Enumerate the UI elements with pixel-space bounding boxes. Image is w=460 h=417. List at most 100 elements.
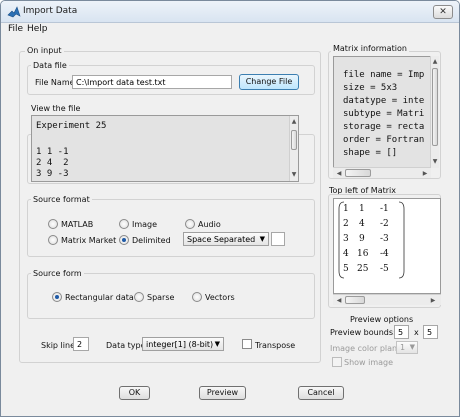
show-image-checkbox[interactable] [332, 357, 342, 367]
data-file-label: Data file [31, 61, 69, 70]
matrix-cell: 2 [343, 219, 349, 229]
scroll-up-icon[interactable]: ▲ [431, 57, 439, 66]
menu-bar: File Help [1, 23, 459, 37]
scroll-left-icon[interactable]: ◀ [335, 169, 343, 178]
matrix-preview-hscroll[interactable]: ◀ ▶ [333, 294, 441, 305]
preview-bounds-label: Preview bounds: [330, 328, 396, 337]
preview-button[interactable]: Preview [199, 386, 246, 400]
custom-delimiter-field[interactable] [271, 232, 285, 246]
change-file-button[interactable]: Change File [239, 74, 299, 90]
scroll-thumb[interactable] [432, 68, 438, 146]
source-form-label: Source form [31, 269, 84, 278]
menu-file[interactable]: File [8, 24, 23, 34]
radio-audio-label: Audio [198, 220, 221, 229]
delimiter-select[interactable]: Space Separated ▼ [183, 232, 269, 246]
scroll-right-icon[interactable]: ▶ [421, 169, 429, 178]
matrix-right-bracket [398, 201, 405, 279]
bounds-times-label: x [414, 328, 419, 337]
show-image-label: Show image [344, 358, 394, 367]
matrix-cell: 5 [343, 264, 349, 274]
matlab-logo-icon [7, 6, 21, 18]
matrix-cell: -4 [380, 249, 389, 259]
transpose-checkbox[interactable] [242, 339, 252, 349]
radio-delimited-label: Delimited [132, 236, 171, 245]
close-icon: ✕ [439, 7, 447, 17]
file-preview-box: Experiment 25 1 1 -1 2 4 2 3 9 -3 [31, 115, 299, 182]
source-format-label: Source format [31, 195, 92, 204]
skip-lines-field[interactable]: 2 [73, 337, 89, 351]
preview-rows-field[interactable]: 5 [394, 325, 409, 339]
window-title: Import Data [23, 6, 78, 16]
scroll-thumb[interactable] [291, 130, 297, 150]
chevron-down-icon: ▼ [214, 340, 220, 348]
matrix-cell: -2 [380, 219, 389, 229]
on-input-label: On input [25, 46, 64, 55]
matrix-info-line: datatype = inte [343, 96, 425, 106]
matrix-info-hscroll[interactable]: ◀ ▶ [333, 167, 431, 178]
matrix-cell: 3 [343, 234, 349, 244]
matrix-cell: 25 [357, 264, 369, 274]
title-bar: Import Data ✕ [1, 1, 459, 23]
matrix-preview-box: 1 1 -1 2 4 -2 3 9 -3 4 16 -4 5 25 -5 [333, 198, 441, 294]
file-name-label: File Name: [35, 78, 78, 87]
matrix-info-line: size = 5x3 [343, 83, 398, 93]
file-line: 3 9 -3 [36, 169, 69, 179]
file-preview-scrollbar[interactable]: ▲ ▼ [289, 116, 298, 181]
matrix-info-box: file name = Imp size = 5x3 datatype = in… [333, 56, 431, 168]
radio-vectors-label: Vectors [205, 293, 235, 302]
radio-sparse-label: Sparse [147, 293, 175, 302]
radio-audio[interactable] [185, 219, 195, 229]
scroll-right-icon[interactable]: ▶ [429, 296, 437, 305]
data-type-select-value: integer[1] (8-bit) [146, 340, 214, 349]
radio-sparse[interactable] [134, 292, 144, 302]
radio-rectangular-data[interactable] [52, 292, 62, 302]
matrix-info-vscroll[interactable]: ▲ ▼ [430, 56, 439, 168]
delimiter-select-value: Space Separated [187, 235, 256, 244]
radio-vectors[interactable] [192, 292, 202, 302]
view-file-label: View the file [31, 104, 81, 113]
color-plane-value: 1 [400, 343, 406, 352]
matrix-info-line: order = Fortran [343, 135, 425, 145]
file-line: 2 4 2 [36, 158, 69, 168]
scroll-thumb[interactable] [345, 169, 371, 177]
file-line: 1 1 -1 [36, 147, 69, 157]
scroll-down-icon[interactable]: ▼ [290, 170, 298, 179]
matrix-cell: -3 [380, 234, 389, 244]
matrix-info-line: file name = Imp [343, 70, 425, 80]
color-plane-label: Image color plane: [330, 344, 405, 353]
radio-matlab[interactable] [48, 219, 58, 229]
radio-image[interactable] [119, 219, 129, 229]
matrix-info-line: storage = recta [343, 122, 425, 132]
matrix-cell: 4 [343, 249, 349, 259]
radio-rectangular-label: Rectangular data [65, 293, 134, 302]
preview-options-label: Preview options [350, 315, 414, 324]
matrix-cell: 9 [359, 234, 365, 244]
scroll-left-icon[interactable]: ◀ [335, 296, 343, 305]
data-type-select[interactable]: integer[1] (8-bit) ▼ [142, 337, 224, 351]
file-name-field[interactable]: C:\Import data test.txt [72, 75, 232, 89]
transpose-label: Transpose [255, 341, 296, 350]
scroll-down-icon[interactable]: ▼ [431, 157, 439, 166]
matrix-cell: 1 [359, 204, 365, 214]
matrix-cell: 1 [343, 204, 349, 214]
color-plane-select[interactable]: 1 ▼ [396, 341, 418, 354]
import-data-window: Import Data ✕ File Help On input Data fi… [0, 0, 460, 417]
matrix-cell: 4 [359, 219, 365, 229]
menu-help[interactable]: Help [27, 24, 48, 34]
preview-cols-field[interactable]: 5 [423, 325, 438, 339]
scroll-thumb[interactable] [345, 296, 365, 304]
close-button[interactable]: ✕ [433, 5, 453, 19]
radio-delimited[interactable] [119, 235, 129, 245]
cancel-button[interactable]: Cancel [298, 386, 344, 400]
scroll-up-icon[interactable]: ▲ [290, 117, 298, 126]
matrix-info-line: subtype = Matri [343, 109, 425, 119]
radio-matrix-market[interactable] [48, 235, 58, 245]
file-line: Experiment 25 [36, 121, 107, 131]
matrix-cell: -1 [380, 204, 389, 214]
matrix-info-line: shape = [] [343, 148, 398, 158]
chevron-down-icon: ▼ [259, 235, 265, 243]
radio-image-label: Image [132, 220, 158, 229]
ok-button[interactable]: OK [119, 386, 150, 400]
matrix-cell: 16 [357, 249, 369, 259]
matrix-cell: -5 [380, 264, 389, 274]
